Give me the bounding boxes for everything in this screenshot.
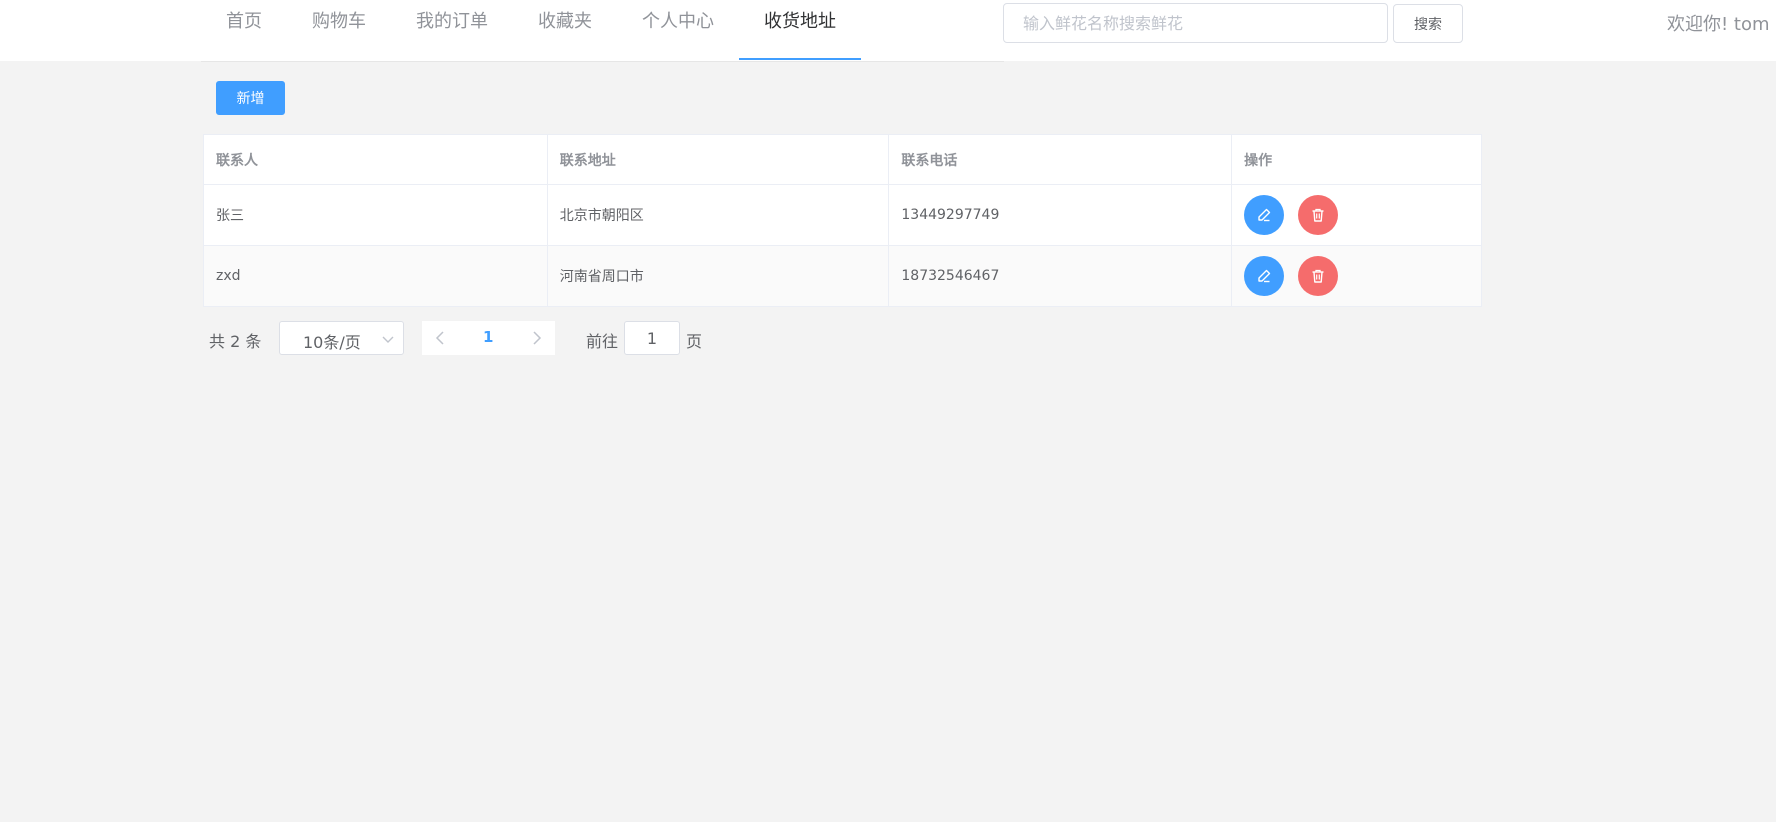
top-bar: 首页 购物车 我的订单 收藏夹 个人中心 收货地址 搜索 欢迎你! tom bbox=[0, 0, 1776, 62]
goto-page-input[interactable] bbox=[624, 321, 680, 355]
cell-actions bbox=[1231, 184, 1482, 246]
edit-button[interactable] bbox=[1244, 256, 1285, 296]
welcome-text: 欢迎你! tom bbox=[1667, 14, 1770, 35]
edit-button[interactable] bbox=[1244, 195, 1285, 235]
page-number-current[interactable]: 1 bbox=[483, 328, 493, 346]
page-size-select[interactable]: 10条/页 bbox=[279, 321, 404, 355]
cell-address: 河南省周口市 bbox=[546, 245, 890, 307]
chevron-down-icon bbox=[382, 336, 394, 343]
nav-my-orders[interactable]: 我的订单 bbox=[391, 0, 513, 60]
cell-actions bbox=[1231, 245, 1482, 307]
cell-phone: 13449297749 bbox=[888, 184, 1233, 246]
main-nav: 首页 购物车 我的订单 收藏夹 个人中心 收货地址 bbox=[201, 0, 1004, 62]
cell-contact: 张三 bbox=[203, 184, 548, 246]
chevron-right-icon[interactable] bbox=[529, 329, 545, 347]
edit-icon bbox=[1258, 208, 1271, 222]
nav-shipping-address[interactable]: 收货地址 bbox=[739, 0, 861, 60]
delete-button[interactable] bbox=[1297, 256, 1338, 296]
delete-button[interactable] bbox=[1297, 195, 1338, 235]
search-button[interactable]: 搜索 bbox=[1393, 4, 1463, 43]
page-suffix: 页 bbox=[686, 332, 703, 351]
add-address-button[interactable]: 新增 bbox=[216, 81, 285, 115]
nav-home[interactable]: 首页 bbox=[201, 0, 287, 60]
nav-cart[interactable]: 购物车 bbox=[287, 0, 391, 60]
search-input[interactable] bbox=[1003, 3, 1388, 43]
table-header-row: 联系人 联系地址 联系电话 操作 bbox=[203, 134, 1482, 185]
nav-profile[interactable]: 个人中心 bbox=[617, 0, 739, 60]
address-table: 联系人 联系地址 联系电话 操作 张三 北京市朝阳区 13449297749 z… bbox=[203, 134, 1482, 307]
pagination-total: 共 2 条 bbox=[209, 332, 262, 351]
column-header-address: 联系地址 bbox=[546, 134, 890, 185]
trash-icon bbox=[1312, 269, 1324, 283]
column-header-actions: 操作 bbox=[1231, 134, 1482, 185]
table-row: 张三 北京市朝阳区 13449297749 bbox=[203, 184, 1482, 246]
cell-address: 北京市朝阳区 bbox=[546, 184, 890, 246]
cell-contact: zxd bbox=[203, 245, 548, 307]
pager-box: 1 bbox=[422, 321, 555, 355]
edit-icon bbox=[1258, 269, 1271, 283]
trash-icon bbox=[1312, 208, 1324, 222]
column-header-contact: 联系人 bbox=[203, 134, 548, 185]
goto-label: 前往 bbox=[586, 332, 619, 351]
cell-phone: 18732546467 bbox=[888, 245, 1233, 307]
chevron-left-icon[interactable] bbox=[432, 329, 448, 347]
page-size-value: 10条/页 bbox=[303, 333, 361, 352]
column-header-phone: 联系电话 bbox=[888, 134, 1233, 185]
table-row: zxd 河南省周口市 18732546467 bbox=[203, 245, 1482, 307]
nav-favorites[interactable]: 收藏夹 bbox=[513, 0, 617, 60]
